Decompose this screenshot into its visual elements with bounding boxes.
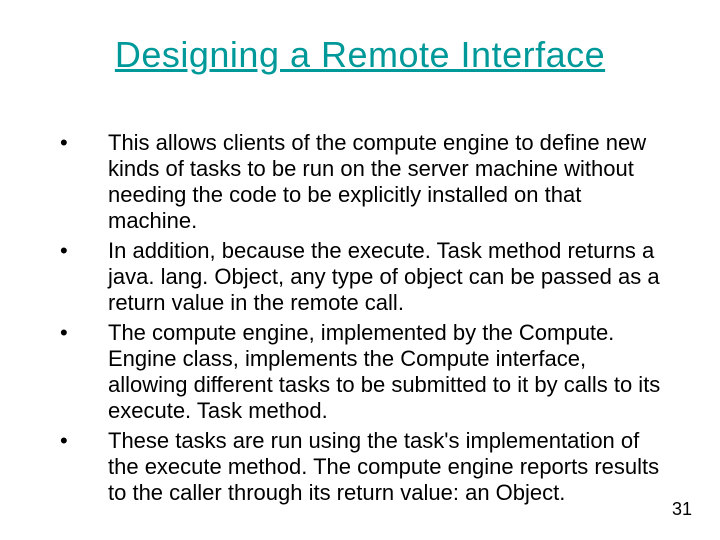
slide-body: • This allows clients of the compute eng… (60, 130, 670, 510)
list-item: • The compute engine, implemented by the… (60, 320, 670, 424)
list-item: • This allows clients of the compute eng… (60, 130, 670, 234)
slide: Designing a Remote Interface • This allo… (0, 0, 720, 540)
slide-title: Designing a Remote Interface (0, 34, 720, 76)
bullet-text: The compute engine, implemented by the C… (108, 320, 670, 424)
bullet-text: This allows clients of the compute engin… (108, 130, 670, 234)
bullet-text: These tasks are run using the task's imp… (108, 428, 670, 506)
bullet-icon: • (60, 130, 108, 156)
bullet-text: In addition, because the execute. Task m… (108, 238, 670, 316)
bullet-icon: • (60, 238, 108, 264)
list-item: • These tasks are run using the task's i… (60, 428, 670, 506)
list-item: • In addition, because the execute. Task… (60, 238, 670, 316)
bullet-icon: • (60, 428, 108, 454)
bullet-icon: • (60, 320, 108, 346)
page-number: 31 (672, 499, 692, 520)
